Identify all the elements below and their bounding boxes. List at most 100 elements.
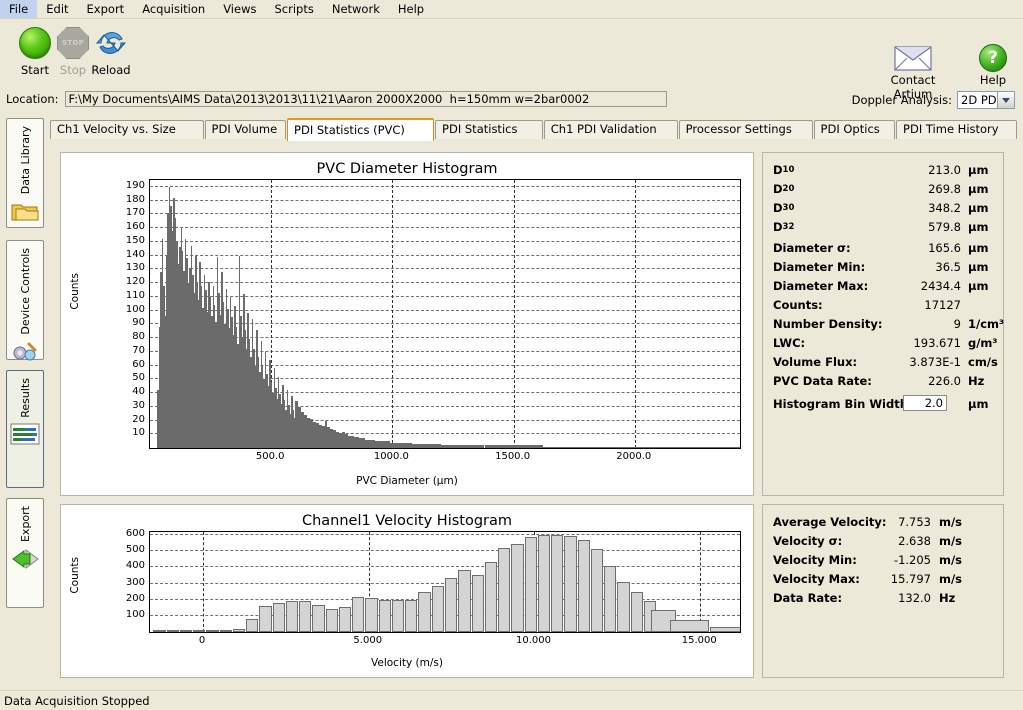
stat-label: D10 xyxy=(773,163,794,177)
toolbar: Start STOP Stop Reload xyxy=(0,19,1023,85)
menu-item-export[interactable]: Export xyxy=(78,0,134,18)
stat-value: 15.797 xyxy=(873,572,931,586)
histogram-bar xyxy=(390,443,397,448)
histogram-bar xyxy=(564,536,576,632)
histogram-bar xyxy=(498,548,510,632)
histogram-bar xyxy=(299,601,311,632)
stat-value: 269.8 xyxy=(883,182,961,196)
pvc-y-axis-label: Counts xyxy=(69,273,81,310)
location-label: Location: xyxy=(6,92,59,106)
stat-value: 3.873E-1 xyxy=(883,355,961,369)
histogram-bar xyxy=(635,447,659,448)
chevron-down-icon[interactable] xyxy=(997,92,1014,108)
pvc-statistics-panel: D10213.0µmD20269.8µmD30348.2µmD32579.8µm… xyxy=(762,152,1004,496)
histogram-bar xyxy=(538,535,550,632)
velocity-x-axis-label: Velocity (m/s) xyxy=(61,657,753,669)
stat-unit: g/m³ xyxy=(968,336,997,350)
pvc-plot-area[interactable] xyxy=(149,179,741,449)
location-input[interactable] xyxy=(65,91,667,107)
histogram-bar xyxy=(426,444,433,448)
histogram-bar xyxy=(499,445,514,448)
x-tick-label: 1000.0 xyxy=(351,451,431,462)
stat-unit: m/s xyxy=(939,572,962,586)
tab-ch1-velocity-vs-size[interactable]: Ch1 Velocity vs. Size xyxy=(50,120,204,139)
histogram-bar xyxy=(432,586,444,632)
sidebar-item-export[interactable]: Export xyxy=(6,498,44,608)
histogram-bar xyxy=(708,447,732,448)
status-bar: Data Acquisition Stopped xyxy=(0,690,1023,710)
stat-value: 36.5 xyxy=(883,260,961,274)
sidebar-item-data-library[interactable]: Data Library xyxy=(6,118,44,228)
y-tick-label: 70 xyxy=(107,345,145,356)
histogram-bar xyxy=(455,445,470,448)
stat-label: D32 xyxy=(773,220,794,234)
stat-value: 9 xyxy=(883,317,961,331)
histogram-bar xyxy=(326,609,338,632)
histogram-bar xyxy=(472,575,484,632)
tab-pdi-optics[interactable]: PDI Optics xyxy=(814,120,896,139)
stat-unit: cm/s xyxy=(968,355,998,369)
gridline-vertical xyxy=(700,532,701,632)
histogram-bar xyxy=(557,447,572,448)
histogram-bar xyxy=(631,592,643,632)
histogram-bar xyxy=(419,444,426,448)
stat-unit: µm xyxy=(968,220,988,234)
histogram-bar xyxy=(365,598,377,632)
y-tick-label: 80 xyxy=(107,331,145,342)
menu-item-views[interactable]: Views xyxy=(214,0,265,18)
menu-item-acquisition[interactable]: Acquisition xyxy=(133,0,214,18)
histogram-bar xyxy=(339,607,351,632)
stat-value: 2434.4 xyxy=(883,279,961,293)
stat-unit: µm xyxy=(968,201,988,215)
sidebar-item-results[interactable]: Results xyxy=(6,370,44,488)
y-tick-label: 100 xyxy=(107,304,145,315)
stat-value: -1.205 xyxy=(873,553,931,567)
y-tick-label: 10 xyxy=(107,427,145,438)
doppler-analysis-select[interactable]: 2D PDI xyxy=(957,91,1015,109)
tab-ch1-pdi-validation[interactable]: Ch1 PDI Validation xyxy=(544,120,678,139)
gridline-vertical xyxy=(514,180,515,448)
menu-item-scripts[interactable]: Scripts xyxy=(265,0,322,18)
gridline-horizontal xyxy=(150,186,740,187)
menu-item-help[interactable]: Help xyxy=(389,0,433,18)
stat-label: PVC Data Rate: xyxy=(773,374,872,388)
velocity-histogram-pane: Channel1 Velocity Histogram Counts Veloc… xyxy=(60,504,754,678)
tab-pdi-statistics[interactable]: PDI Statistics xyxy=(435,120,543,139)
x-tick-label: 15.000 xyxy=(659,635,739,646)
gridline-horizontal xyxy=(150,550,740,551)
tab-pdi-volume[interactable]: PDI Volume xyxy=(205,120,287,139)
histogram-bar xyxy=(572,447,587,448)
sidebar-item-device-controls[interactable]: Device Controls xyxy=(6,240,44,360)
y-tick-label: 120 xyxy=(107,276,145,287)
histogram-bar xyxy=(167,630,179,632)
stat-unit: µm xyxy=(968,163,988,177)
pvc-x-axis-label: PVC Diameter (µm) xyxy=(61,475,753,487)
tab-pdi-statistics-pvc-[interactable]: PDI Statistics (PVC) xyxy=(287,118,434,141)
histogram-bar xyxy=(153,630,165,632)
histogram-bar xyxy=(220,630,232,632)
sidebar: Data Library Device Controls Results Export xyxy=(0,112,46,682)
question-circle-icon: ? xyxy=(971,43,1015,73)
stat-value: 7.753 xyxy=(873,515,931,529)
histogram-bar xyxy=(405,443,412,448)
y-tick-label: 50 xyxy=(107,372,145,383)
tab-pdi-time-history[interactable]: PDI Time History xyxy=(896,120,1017,139)
histogram-bin-width-input[interactable] xyxy=(903,395,947,411)
stat-label: Diameter Min: xyxy=(773,260,865,274)
menu-item-network[interactable]: Network xyxy=(323,0,389,18)
x-tick-label: 2000.0 xyxy=(594,451,674,462)
stop-octagon-text: STOP xyxy=(62,39,84,47)
y-tick-label: 100 xyxy=(107,609,145,620)
stat-unit: Hz xyxy=(968,374,984,388)
stat-unit: 1/cm³ xyxy=(968,317,1004,331)
histogram-bar xyxy=(246,619,258,632)
tab-processor-settings[interactable]: Processor Settings xyxy=(679,120,813,139)
histogram-bar xyxy=(511,544,523,632)
menu-item-file[interactable]: File xyxy=(0,0,37,18)
velocity-plot-area[interactable] xyxy=(149,531,741,633)
stat-value: 165.6 xyxy=(883,241,961,255)
menu-item-edit[interactable]: Edit xyxy=(37,0,77,18)
reload-button[interactable]: Reload xyxy=(82,23,140,77)
stat-value: 132.0 xyxy=(873,591,931,605)
y-tick-label: 30 xyxy=(107,400,145,411)
